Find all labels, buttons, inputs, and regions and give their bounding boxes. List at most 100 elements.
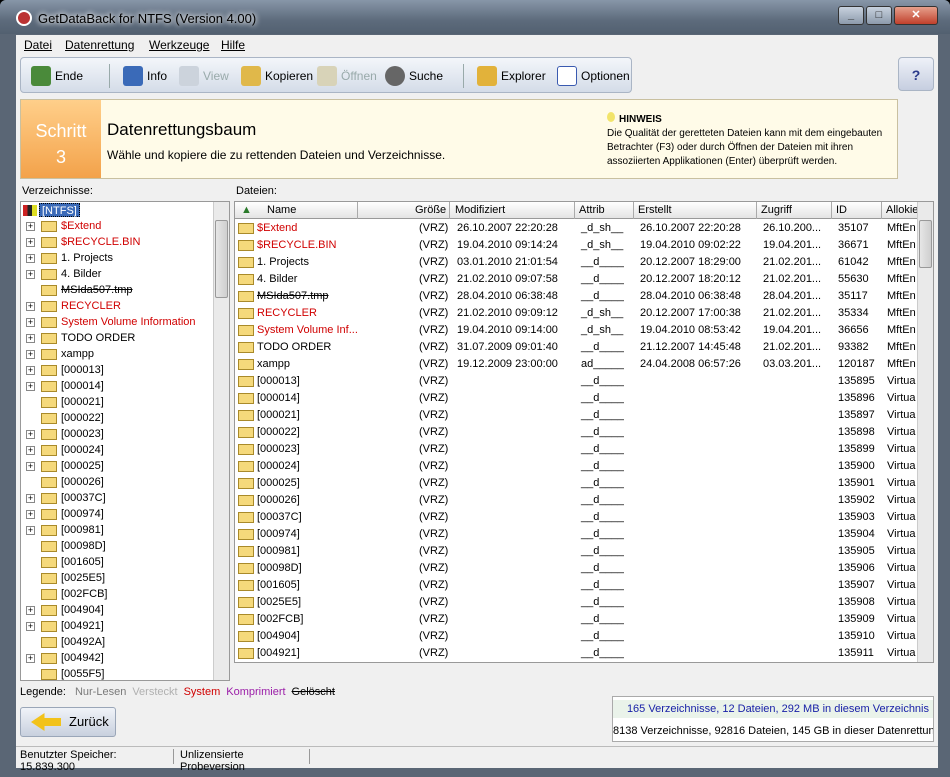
files-scrollbar[interactable] <box>917 202 933 662</box>
tree-item[interactable]: + xampp <box>21 346 216 362</box>
minimize-button[interactable]: _ <box>838 6 864 25</box>
expand-icon[interactable]: + <box>26 222 35 231</box>
tree-item[interactable]: +1. Projects <box>21 250 216 266</box>
file-row[interactable]: [000023] (VRZ) __d____ 135899 Virtua <box>235 441 919 458</box>
tree-item[interactable]: + $Extend <box>21 218 216 234</box>
file-row[interactable]: [000013] (VRZ) __d____ 135895 Virtua <box>235 373 919 390</box>
tree-item[interactable]: +4. Bilder <box>21 266 216 282</box>
file-row[interactable]: RECYCLER (VRZ) 21.02.2010 09:09:12 _d_sh__ 2… <box>235 305 919 322</box>
optionen-button[interactable]: Optionen <box>557 62 630 90</box>
file-row[interactable]: [001605] (VRZ) __d____ 135907 Virtua <box>235 577 919 594</box>
tree-item[interactable]: [000026] <box>21 474 216 490</box>
directory-tree[interactable]: [NTFS] + $Extend + $RECYCLE.BIN +1. Projects… <box>20 201 230 681</box>
expand-icon[interactable]: + <box>26 270 35 279</box>
file-row[interactable]: [002FCB] (VRZ) __d____ 135909 Virtua <box>235 611 919 628</box>
tree-item[interactable]: [000022] <box>21 410 216 426</box>
expand-icon[interactable]: + <box>26 494 35 503</box>
file-row[interactable]: 1. Projects (VRZ) 03.01.2010 21:01:54 __d__… <box>235 254 919 271</box>
file-row[interactable]: [00037C] (VRZ) __d____ 135903 Virtua <box>235 509 919 526</box>
expand-icon[interactable]: + <box>26 430 35 439</box>
tree-item[interactable]: + RECYCLER <box>21 298 216 314</box>
maximize-button[interactable]: □ <box>866 6 892 25</box>
file-row[interactable]: [000021] (VRZ) __d____ 135897 Virtua <box>235 407 919 424</box>
file-row[interactable]: [000022] (VRZ) __d____ 135898 Virtua <box>235 424 919 441</box>
expand-icon[interactable]: + <box>26 334 35 343</box>
file-row[interactable]: [004904] (VRZ) __d____ 135910 Virtua <box>235 628 919 645</box>
oeffnen-button[interactable]: Öffnen <box>317 62 377 90</box>
tree-scrollbar[interactable] <box>213 202 229 680</box>
tree-item[interactable]: + [00037C] <box>21 490 216 506</box>
menu-datenrettung[interactable]: Datenrettung <box>65 38 134 52</box>
file-row[interactable]: [000024] (VRZ) __d____ 135900 Virtua <box>235 458 919 475</box>
tree-item[interactable]: [0055F5] <box>21 666 216 680</box>
menu-hilfe[interactable]: Hilfe <box>221 38 245 52</box>
file-row[interactable]: [004921] (VRZ) __d____ 135911 Virtua <box>235 645 919 662</box>
tree-item[interactable]: + [000013] <box>21 362 216 378</box>
view-button[interactable]: View <box>179 62 229 90</box>
sort-arrow-icon[interactable]: ▲ <box>241 204 252 216</box>
file-list[interactable]: ▲ Name Größe Modifiziert Attrib Erstellt… <box>234 201 934 663</box>
tree-item[interactable]: MSIda507.tmp <box>21 282 216 298</box>
kopieren-button[interactable]: Kopieren <box>241 62 313 90</box>
tree-item[interactable]: [00098D] <box>21 538 216 554</box>
tree-item[interactable]: + [000024] <box>21 442 216 458</box>
tree-item[interactable]: + [004921] <box>21 618 216 634</box>
tree-item[interactable]: + [000974] <box>21 506 216 522</box>
tree-item[interactable]: + TODO ORDER <box>21 330 216 346</box>
tree-item[interactable]: [002FCB] <box>21 586 216 602</box>
files-scroll-thumb[interactable] <box>919 220 932 268</box>
expand-icon[interactable]: + <box>26 318 35 327</box>
col-name[interactable]: Name <box>267 204 296 216</box>
col-modified[interactable]: Modifiziert <box>455 204 505 216</box>
tree-item[interactable]: + $RECYCLE.BIN <box>21 234 216 250</box>
expand-icon[interactable]: + <box>26 654 35 663</box>
file-row[interactable]: $Extend (VRZ) 26.10.2007 22:20:28 _d_sh__ 26… <box>235 220 919 237</box>
col-size[interactable]: Größe <box>415 204 446 216</box>
tree-item[interactable]: + [000025] <box>21 458 216 474</box>
tree-item[interactable]: + [000981] <box>21 522 216 538</box>
tree-item[interactable]: + [004942] <box>21 650 216 666</box>
file-row[interactable]: [000014] (VRZ) __d____ 135896 Virtua <box>235 390 919 407</box>
tree-item[interactable]: [00492A] <box>21 634 216 650</box>
tree-scroll-thumb[interactable] <box>215 220 228 298</box>
col-accessed[interactable]: Zugriff <box>761 204 792 216</box>
suche-button[interactable]: Suche <box>385 62 443 90</box>
expand-icon[interactable]: + <box>26 526 35 535</box>
tree-root[interactable]: [NTFS] <box>21 202 216 218</box>
expand-icon[interactable]: + <box>26 446 35 455</box>
tree-item[interactable]: + [000023] <box>21 426 216 442</box>
expand-icon[interactable]: + <box>26 382 35 391</box>
menu-datei[interactable]: Datei <box>24 38 52 52</box>
col-attrib[interactable]: Attrib <box>579 204 605 216</box>
expand-icon[interactable]: + <box>26 350 35 359</box>
expand-icon[interactable]: + <box>26 254 35 263</box>
back-button[interactable]: Zurück <box>20 707 116 737</box>
tree-item[interactable]: + [004904] <box>21 602 216 618</box>
tree-item[interactable]: [0025E5] <box>21 570 216 586</box>
help-button[interactable]: ? <box>898 57 934 91</box>
file-row[interactable]: [000981] (VRZ) __d____ 135905 Virtua <box>235 543 919 560</box>
file-row[interactable]: 4. Bilder (VRZ) 21.02.2010 09:07:58 __d____… <box>235 271 919 288</box>
ende-button[interactable]: Ende <box>31 62 83 90</box>
file-row[interactable]: [000025] (VRZ) __d____ 135901 Virtua <box>235 475 919 492</box>
col-id[interactable]: ID <box>836 204 847 216</box>
file-row[interactable]: System Volume Inf... (VRZ) 19.04.2010 09:1… <box>235 322 919 339</box>
close-button[interactable]: ✕ <box>894 6 938 25</box>
info-button[interactable]: Info <box>123 62 167 90</box>
expand-icon[interactable]: + <box>26 238 35 247</box>
title-bar[interactable]: GetDataBack for NTFS (Version 4.00) _ □ … <box>0 0 950 34</box>
expand-icon[interactable]: + <box>26 462 35 471</box>
col-allocation[interactable]: Allokie <box>886 204 918 216</box>
file-row[interactable]: [000974] (VRZ) __d____ 135904 Virtua <box>235 526 919 543</box>
file-row[interactable]: MSIda507.tmp (VRZ) 28.04.2010 06:38:48 __d_… <box>235 288 919 305</box>
expand-icon[interactable]: + <box>26 510 35 519</box>
tree-item[interactable]: + System Volume Information <box>21 314 216 330</box>
tree-item[interactable]: [000021] <box>21 394 216 410</box>
tree-item[interactable]: + [000014] <box>21 378 216 394</box>
explorer-button[interactable]: Explorer <box>477 62 546 90</box>
file-row[interactable]: [0025E5] (VRZ) __d____ 135908 Virtua <box>235 594 919 611</box>
expand-icon[interactable]: + <box>26 366 35 375</box>
file-row[interactable]: xampp (VRZ) 19.12.2009 23:00:00 ad_____ 24.0… <box>235 356 919 373</box>
col-created[interactable]: Erstellt <box>638 204 672 216</box>
expand-icon[interactable]: + <box>26 622 35 631</box>
